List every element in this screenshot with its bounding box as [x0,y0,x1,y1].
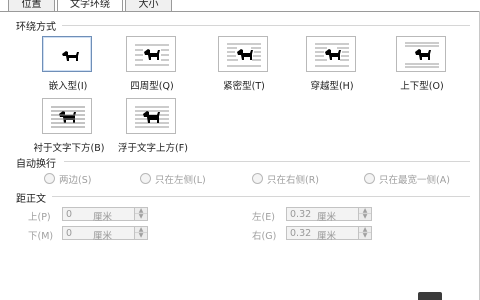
distance-bottom-stepper[interactable]: 0 厘米 ▲ ▼ [62,226,148,242]
auto-wrap-section-divider [64,161,470,162]
spinner-buttons[interactable]: ▲ ▼ [358,227,371,239]
radio-left-only[interactable]: 只在左侧(L) [140,172,206,186]
radio-label: 只在最宽一侧(A) [379,175,450,186]
distance-top-value: 0 [66,209,73,220]
distance-right-unit: 厘米 [317,231,337,242]
distance-bottom-unit: 厘米 [93,231,113,242]
distance-right-label: 右(G) [252,231,277,242]
distance-left-unit: 厘米 [317,212,337,223]
spinner-buttons[interactable]: ▲ ▼ [134,208,147,220]
distance-top-label: 上(P) [28,212,51,223]
through-wrap-icon[interactable] [306,36,356,72]
wrap-label-top-bottom: 上下型(O) [400,81,444,92]
distance-left-value: 0.32 [290,209,312,220]
auto-wrap-section-title: 自动换行 [16,159,56,170]
inline-with-text-icon[interactable] [42,36,92,72]
distance-top-stepper[interactable]: 0 厘米 ▲ ▼ [62,207,148,223]
distance-bottom-value: 0 [66,228,73,239]
wrap-section-divider [62,25,470,26]
distance-right-value: 0.32 [290,228,312,239]
wrap-label-square: 四周型(Q) [130,81,174,92]
wrap-label-tight: 紧密型(T) [223,81,265,92]
radio-both-sides[interactable]: 两边(S) [44,172,91,186]
spin-down-icon[interactable]: ▼ [135,233,147,239]
distance-right-stepper[interactable]: 0.32 厘米 ▲ ▼ [286,226,372,242]
wrap-label-through: 穿越型(H) [310,81,354,92]
radio-circle-icon [44,173,55,184]
wrap-label-in-front: 浮于文字上方(F) [118,143,188,154]
distance-section-divider [52,196,470,197]
tight-wrap-icon[interactable] [218,36,268,72]
tab-panel-top-border [0,11,480,12]
distance-bottom-label: 下(M) [28,231,54,242]
distance-top-unit: 厘米 [93,212,113,223]
radio-right-only[interactable]: 只在右侧(R) [252,172,319,186]
radio-label: 两边(S) [59,175,92,186]
radio-largest-side[interactable]: 只在最宽一侧(A) [364,172,450,186]
distance-section-title: 距正文 [16,194,46,205]
spin-down-icon[interactable]: ▼ [359,233,371,239]
top-bottom-wrap-icon[interactable] [396,36,446,72]
spinner-buttons[interactable]: ▲ ▼ [134,227,147,239]
wrap-label-inline: 嵌入型(I) [48,81,88,92]
wrap-section-title: 环绕方式 [16,22,56,33]
spin-down-icon[interactable]: ▼ [359,214,371,220]
in-front-of-text-icon[interactable] [126,98,176,134]
spin-down-icon[interactable]: ▼ [135,214,147,220]
radio-label: 只在右侧(R) [267,175,320,186]
square-wrap-icon[interactable] [126,36,176,72]
distance-left-stepper[interactable]: 0.32 厘米 ▲ ▼ [286,207,372,223]
radio-circle-icon [252,173,263,184]
radio-circle-icon [364,173,375,184]
behind-text-icon[interactable] [42,98,92,134]
radio-circle-icon [140,173,151,184]
partial-button-edge [418,292,442,300]
radio-label: 只在左侧(L) [155,175,206,186]
auto-wrap-radio-group: 两边(S) 只在左侧(L) 只在右侧(R) 只在最宽一侧(A) [0,172,480,186]
distance-left-label: 左(E) [252,212,275,223]
spinner-buttons[interactable]: ▲ ▼ [358,208,371,220]
